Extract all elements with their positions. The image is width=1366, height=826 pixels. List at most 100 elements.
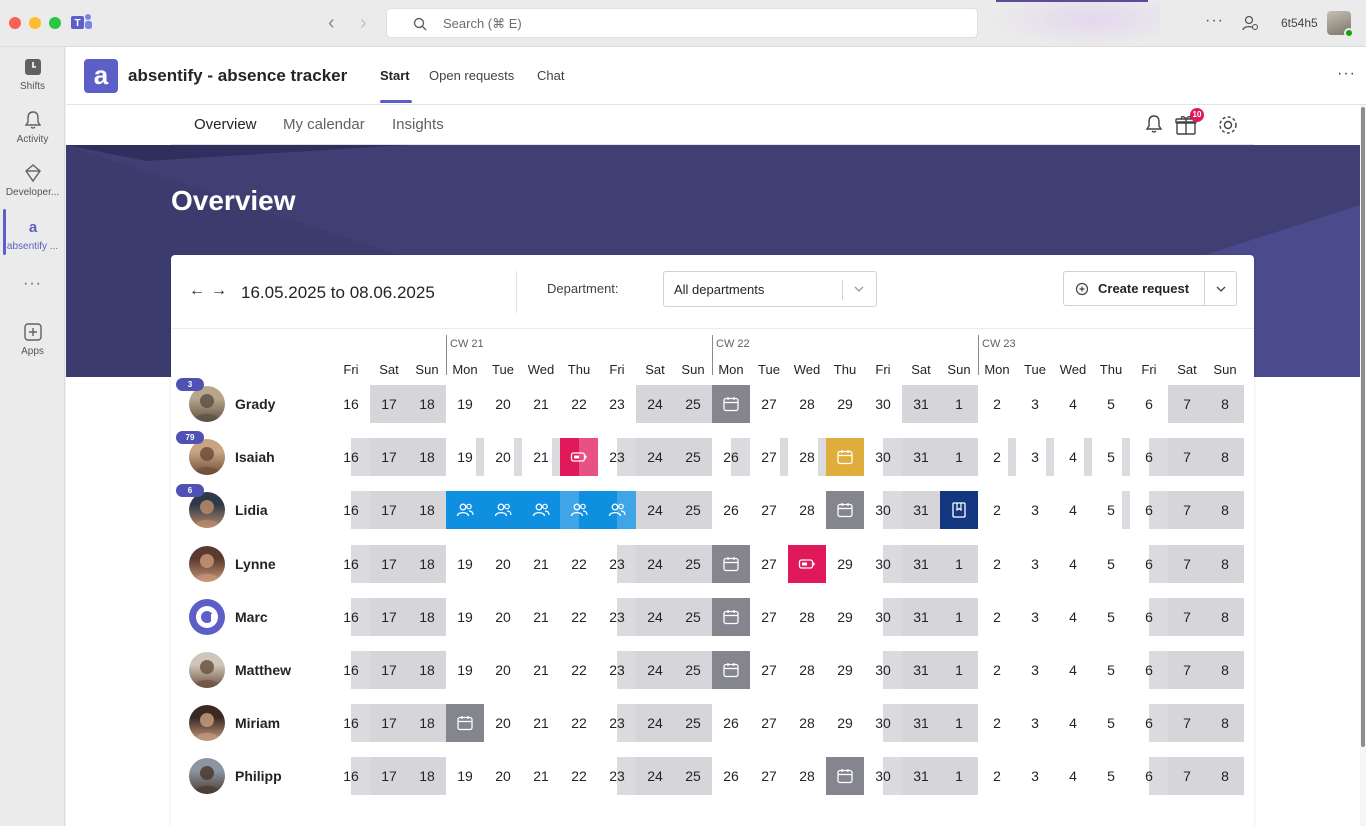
day-cell[interactable]: 8 <box>1206 651 1244 689</box>
day-cell[interactable]: 24 <box>636 757 674 796</box>
vacation-absence[interactable] <box>712 651 750 689</box>
day-cell[interactable]: 8 <box>1206 757 1244 796</box>
rail-item-more[interactable]: ··· <box>0 275 65 293</box>
day-cell[interactable]: 1 <box>940 544 978 583</box>
settings-gear-icon[interactable] <box>1217 114 1239 136</box>
vacation-absence[interactable] <box>712 385 750 423</box>
day-cell[interactable]: 19 <box>446 598 484 636</box>
day-cell[interactable]: 29 <box>826 704 864 742</box>
day-cell[interactable]: 23 <box>598 544 636 583</box>
day-cell[interactable] <box>560 491 598 530</box>
day-cell[interactable]: 25 <box>674 651 712 689</box>
day-cell[interactable]: 4 <box>1054 757 1092 795</box>
day-cell[interactable]: 24 <box>636 704 674 743</box>
day-cell[interactable]: 31 <box>902 597 940 636</box>
day-cell[interactable]: 1 <box>940 651 978 689</box>
day-cell[interactable]: 23 <box>598 597 636 636</box>
day-cell[interactable]: 21 <box>522 651 560 689</box>
day-cell[interactable] <box>712 385 750 423</box>
day-cell[interactable]: 24 <box>636 491 674 530</box>
day-cell[interactable]: 20 <box>484 704 522 742</box>
day-cell[interactable]: 28 <box>788 598 826 636</box>
day-cell[interactable] <box>826 438 864 477</box>
day-cell[interactable]: 2 <box>978 491 1016 529</box>
day-cell[interactable]: 25 <box>674 385 712 423</box>
person-avatar[interactable] <box>189 439 225 476</box>
close-window-button[interactable] <box>9 17 21 29</box>
minimize-window-button[interactable] <box>29 17 41 29</box>
day-cell[interactable]: 28 <box>788 491 826 529</box>
people-settings-icon[interactable] <box>1241 14 1259 32</box>
day-cell[interactable]: 19 <box>446 545 484 583</box>
day-cell[interactable]: 24 <box>636 651 674 689</box>
vertical-scrollbar[interactable] <box>1360 105 1366 826</box>
day-cell[interactable]: 6 <box>1130 651 1168 689</box>
day-cell[interactable]: 16 <box>332 757 370 796</box>
day-cell[interactable]: 3 <box>1016 491 1054 529</box>
previous-period-button[interactable]: ← <box>189 282 205 300</box>
day-cell[interactable]: 31 <box>902 704 940 743</box>
day-cell[interactable]: 3 <box>1016 438 1054 477</box>
day-cell[interactable]: 23 <box>598 438 636 477</box>
day-cell[interactable]: 29 <box>826 598 864 636</box>
day-cell[interactable]: 3 <box>1016 651 1054 689</box>
rail-item-absentify[interactable]: a absentify ... <box>0 217 65 252</box>
day-cell[interactable]: 28 <box>788 757 826 795</box>
day-cell[interactable]: 5 <box>1092 545 1130 583</box>
day-cell[interactable]: 5 <box>1092 704 1130 742</box>
day-cell[interactable]: 19 <box>446 757 484 795</box>
day-cell[interactable]: 28 <box>788 438 826 477</box>
day-cell[interactable]: 23 <box>598 651 636 689</box>
day-cell[interactable]: 4 <box>1054 438 1092 477</box>
day-cell[interactable]: 31 <box>902 544 940 583</box>
forward-arrow-icon[interactable]: › <box>360 12 367 34</box>
day-cell[interactable]: 30 <box>864 491 902 530</box>
department-select[interactable]: All departments <box>663 271 877 307</box>
teamwork-absence[interactable] <box>446 491 484 530</box>
day-cell[interactable]: 18 <box>408 757 446 796</box>
day-cell[interactable]: 5 <box>1092 598 1130 636</box>
day-cell[interactable]: 1 <box>940 757 978 796</box>
vacation-absence[interactable] <box>712 544 750 583</box>
day-cell[interactable]: 17 <box>370 491 408 530</box>
day-cell[interactable]: 28 <box>788 651 826 689</box>
day-cell[interactable]: 4 <box>1054 651 1092 689</box>
day-cell[interactable]: 18 <box>408 651 446 689</box>
day-cell[interactable]: 18 <box>408 438 446 477</box>
day-cell[interactable] <box>826 491 864 530</box>
day-cell[interactable]: 27 <box>750 385 788 423</box>
day-cell[interactable]: 30 <box>864 597 902 636</box>
day-cell[interactable]: 21 <box>522 598 560 636</box>
chevron-down-icon[interactable] <box>1214 282 1228 296</box>
day-cell[interactable] <box>712 597 750 636</box>
day-cell[interactable]: 4 <box>1054 598 1092 636</box>
day-cell[interactable]: 27 <box>750 491 788 529</box>
create-request-button[interactable]: Create request <box>1063 271 1237 306</box>
day-cell[interactable]: 21 <box>522 704 560 742</box>
day-cell[interactable]: 25 <box>674 491 712 530</box>
day-cell[interactable]: 30 <box>864 704 902 743</box>
day-cell[interactable]: 23 <box>598 385 636 423</box>
day-cell[interactable] <box>446 491 484 530</box>
next-period-button[interactable]: → <box>211 282 227 300</box>
day-cell[interactable]: 21 <box>522 545 560 583</box>
day-cell[interactable]: 17 <box>370 438 408 477</box>
rail-item-apps[interactable]: Apps <box>0 322 65 357</box>
day-cell[interactable]: 6 <box>1130 491 1168 530</box>
day-cell[interactable]: 8 <box>1206 385 1244 423</box>
day-cell[interactable]: 26 <box>712 757 750 795</box>
back-arrow-icon[interactable]: ‹ <box>328 12 335 34</box>
day-cell[interactable]: 28 <box>788 704 826 742</box>
vacation-absence[interactable] <box>826 491 864 530</box>
person-avatar[interactable] <box>189 705 225 742</box>
day-cell[interactable]: 24 <box>636 597 674 636</box>
day-cell[interactable]: 4 <box>1054 491 1092 529</box>
day-cell[interactable]: 7 <box>1168 597 1206 636</box>
day-cell[interactable]: 16 <box>332 544 370 583</box>
search-input[interactable]: Search (⌘ E) <box>386 8 978 38</box>
day-cell[interactable]: 20 <box>484 545 522 583</box>
day-cell[interactable]: 4 <box>1054 704 1092 742</box>
day-cell[interactable]: 6 <box>1130 597 1168 636</box>
scrollbar-thumb[interactable] <box>1361 107 1365 747</box>
day-cell[interactable]: 25 <box>674 757 712 796</box>
